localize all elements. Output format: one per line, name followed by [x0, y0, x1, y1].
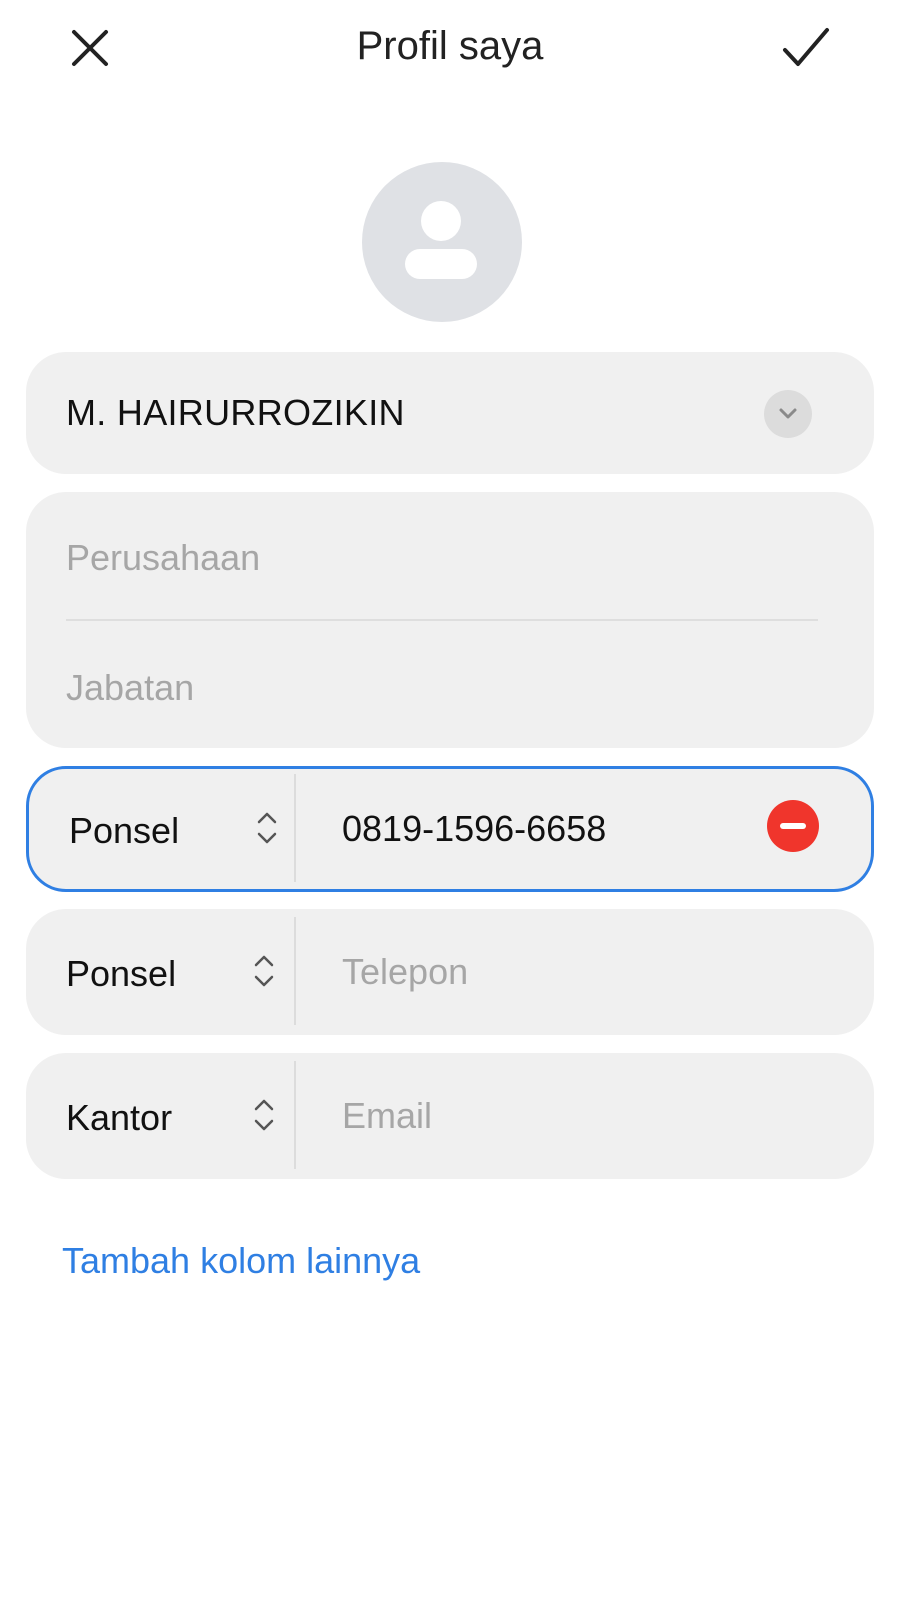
avatar[interactable] — [362, 162, 522, 322]
top-bar: Profil saya — [0, 0, 900, 100]
add-more-fields-link[interactable]: Tambah kolom lainnya — [62, 1240, 420, 1282]
edit-profile-screen: Profil saya M. HAIRURROZIKIN Ponsel — [0, 0, 900, 1600]
separator — [294, 774, 296, 882]
remove-phone-button[interactable] — [767, 800, 819, 852]
email-type-selector[interactable]: Kantor — [26, 1053, 296, 1179]
phone-input[interactable] — [342, 799, 762, 859]
company-card — [26, 492, 874, 748]
chevron-down-icon — [779, 408, 797, 419]
name-field-card[interactable]: M. HAIRURROZIKIN — [26, 352, 874, 474]
phone-type-label: Ponsel — [66, 953, 177, 994]
separator — [294, 1061, 296, 1169]
up-down-chevron-icon — [257, 812, 277, 844]
job-title-input[interactable] — [66, 658, 818, 718]
phone-type-selector[interactable]: Ponsel — [26, 909, 296, 1035]
phone-type-selector[interactable]: Ponsel — [29, 769, 299, 889]
check-icon — [783, 28, 829, 66]
email-type-label: Kantor — [66, 1097, 173, 1138]
phone-input[interactable] — [342, 942, 762, 1002]
up-down-chevron-icon — [254, 955, 274, 987]
page-title: Profil saya — [356, 24, 544, 68]
phone-row-2: Ponsel — [26, 909, 874, 1035]
email-row: Kantor — [26, 1053, 874, 1179]
name-field[interactable]: M. HAIRURROZIKIN — [66, 392, 405, 434]
minus-icon — [780, 823, 806, 829]
company-input[interactable] — [66, 528, 818, 588]
person-icon — [405, 201, 477, 279]
up-down-chevron-icon — [254, 1099, 274, 1131]
separator — [294, 917, 296, 1025]
save-button[interactable] — [776, 20, 836, 76]
phone-row-1: Ponsel — [26, 766, 874, 892]
expand-name-button[interactable] — [764, 390, 812, 438]
email-input[interactable] — [342, 1086, 762, 1146]
phone-type-label: Ponsel — [69, 810, 180, 851]
divider — [66, 619, 818, 621]
